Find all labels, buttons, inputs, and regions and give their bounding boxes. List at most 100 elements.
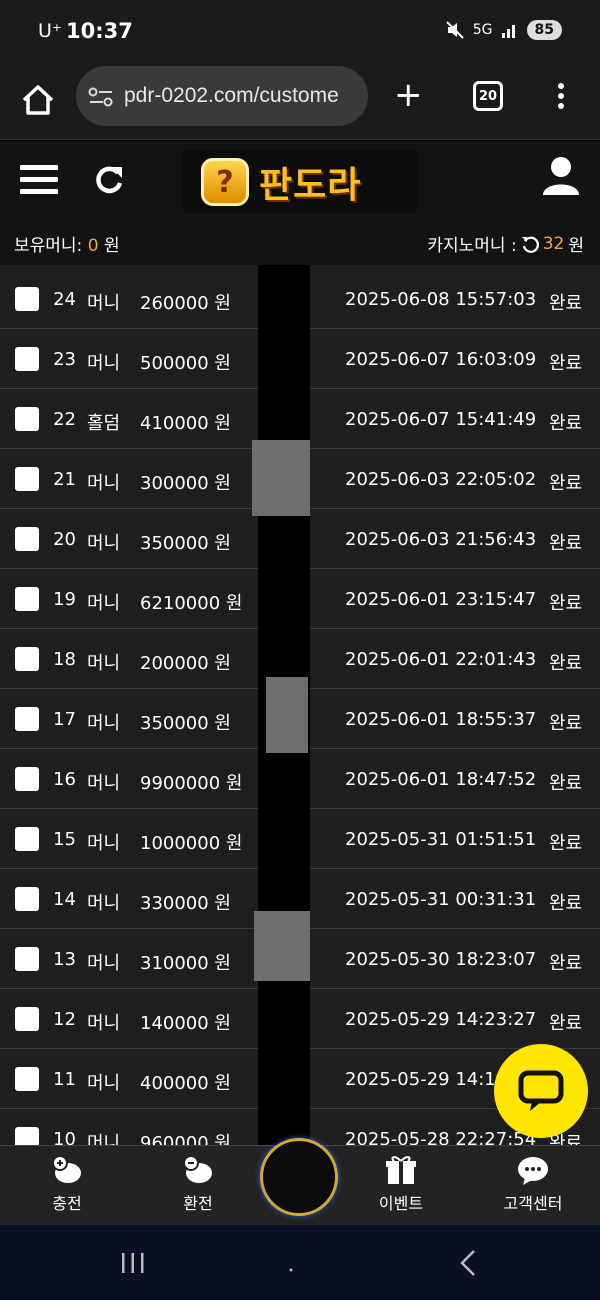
row-date: 2025-05-29 14:23:27: [345, 1009, 537, 1030]
casino-refresh-icon[interactable]: [521, 235, 539, 253]
row-status: 완료: [549, 593, 583, 614]
row-date: 2025-06-03 22:05:02: [345, 469, 537, 490]
nav-event-label: 이벤트: [378, 1194, 424, 1213]
site-header: ? 판도라: [0, 141, 600, 225]
row-checkbox[interactable]: [15, 767, 39, 791]
row-checkbox[interactable]: [15, 467, 39, 491]
row-amount: 300000 원: [140, 473, 231, 494]
nav-exchange[interactable]: 환전: [143, 1154, 253, 1214]
row-status: 완료: [549, 353, 583, 374]
row-status: 완료: [549, 413, 583, 434]
site-logo[interactable]: ? 판도라: [183, 151, 417, 213]
row-number: 11: [53, 1069, 76, 1090]
row-status: 완료: [549, 293, 583, 314]
row-checkbox[interactable]: [15, 287, 39, 311]
row-number: 18: [53, 649, 76, 670]
row-checkbox[interactable]: [15, 1007, 39, 1031]
row-amount: 1000000 원: [140, 833, 243, 854]
status-icons: 5G 85: [445, 20, 562, 40]
home-icon[interactable]: [18, 80, 58, 120]
row-type: 머니: [87, 293, 121, 314]
row-date: 2025-06-01 18:47:52: [345, 769, 537, 790]
nav-event[interactable]: 이벤트: [346, 1154, 456, 1214]
row-checkbox[interactable]: [15, 1067, 39, 1091]
row-checkbox[interactable]: [15, 707, 39, 731]
carrier-label: U⁺: [38, 20, 62, 42]
row-checkbox[interactable]: [15, 587, 39, 611]
row-status: 완료: [549, 533, 583, 554]
row-type: 머니: [87, 713, 121, 734]
row-number: 13: [53, 949, 76, 970]
row-number: 17: [53, 709, 76, 730]
row-number: 20: [53, 529, 76, 550]
row-amount: 960000 원: [140, 1133, 231, 1145]
recent-apps-icon[interactable]: [118, 1251, 148, 1275]
back-icon[interactable]: [456, 1249, 480, 1277]
row-date: 2025-05-31 01:51:51: [345, 829, 537, 850]
row-checkbox[interactable]: [15, 1127, 39, 1145]
row-type: 머니: [87, 893, 121, 914]
row-status: 완료: [549, 953, 583, 974]
site-settings-icon[interactable]: [88, 86, 114, 108]
nav-home-center-button[interactable]: [260, 1138, 338, 1216]
row-date: 2025-05-30 18:23:07: [345, 949, 537, 970]
row-date: 2025-05-31 00:31:31: [345, 889, 537, 910]
row-amount: 500000 원: [140, 353, 231, 374]
row-type: 머니: [87, 953, 121, 974]
row-amount: 200000 원: [140, 653, 231, 674]
hamburger-menu-icon[interactable]: [20, 163, 58, 195]
row-checkbox[interactable]: [15, 347, 39, 371]
holding-money-value: 0: [87, 236, 99, 256]
row-checkbox[interactable]: [15, 887, 39, 911]
row-checkbox[interactable]: [15, 827, 39, 851]
row-status: 완료: [549, 833, 583, 854]
row-number: 14: [53, 889, 76, 910]
row-checkbox[interactable]: [15, 647, 39, 671]
row-number: 22: [53, 409, 76, 430]
tab-switcher-button[interactable]: 20: [473, 81, 503, 111]
nav-charge-label: 충전: [52, 1194, 82, 1213]
refresh-icon[interactable]: [92, 163, 126, 197]
row-type: 머니: [87, 1133, 121, 1145]
row-status: 완료: [549, 1013, 583, 1034]
user-profile-icon[interactable]: [541, 155, 581, 197]
holding-money-unit: 원: [103, 236, 120, 256]
casino-money-unit: 원: [568, 236, 584, 256]
row-date: 2025-06-07 16:03:09: [345, 349, 537, 370]
new-tab-icon[interactable]: +: [394, 78, 423, 112]
nav-charge[interactable]: 충전: [12, 1154, 122, 1214]
signal-icon: [501, 25, 515, 38]
row-amount: 410000 원: [140, 413, 231, 434]
battery-indicator: 85: [526, 20, 562, 40]
gift-icon: [386, 1156, 416, 1184]
casino-money-label: 카지노머니 :: [427, 236, 517, 256]
row-type: 머니: [87, 773, 121, 794]
nav-support[interactable]: 고객센터: [478, 1154, 588, 1214]
row-status: 완료: [549, 893, 583, 914]
row-type: 머니: [87, 593, 121, 614]
holding-money-label: 보유머니:: [14, 236, 83, 256]
row-amount: 9900000 원: [140, 773, 243, 794]
row-date: 2025-06-07 15:41:49: [345, 409, 537, 430]
row-status: 완료: [549, 713, 583, 734]
row-amount: 400000 원: [140, 1073, 231, 1094]
nav-support-label: 고객센터: [503, 1194, 563, 1213]
address-bar[interactable]: pdr-0202.com/custome: [76, 66, 368, 126]
more-vert-icon[interactable]: [549, 78, 573, 114]
home-nav-icon[interactable]: [286, 1265, 296, 1275]
row-type: 머니: [87, 1013, 121, 1034]
row-type: 홀덤: [87, 413, 121, 434]
row-date: 2025-06-08 15:57:03: [345, 289, 537, 310]
chat-button[interactable]: [494, 1044, 588, 1138]
row-date: 2025-06-01 18:55:37: [345, 709, 537, 730]
row-checkbox[interactable]: [15, 407, 39, 431]
row-type: 머니: [87, 353, 121, 374]
row-amount: 140000 원: [140, 1013, 231, 1034]
row-checkbox[interactable]: [15, 947, 39, 971]
row-status: 완료: [549, 653, 583, 674]
row-number: 15: [53, 829, 76, 850]
row-type: 머니: [87, 653, 121, 674]
clock: 10:37: [66, 19, 133, 43]
logo-text: 판도라: [259, 165, 362, 206]
row-checkbox[interactable]: [15, 527, 39, 551]
